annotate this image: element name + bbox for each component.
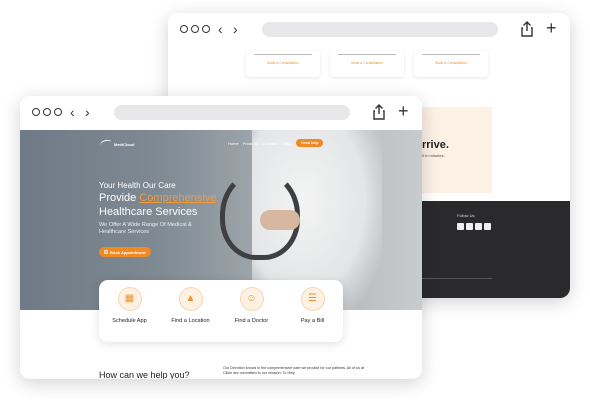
back-arrow-icon[interactable]: ‹	[218, 21, 223, 37]
nav-contacts[interactable]: Contacts	[262, 141, 278, 146]
service-find-location[interactable]: ▲ Find a Location	[162, 287, 220, 324]
window-controls[interactable]	[180, 25, 210, 33]
service-label: Pay a Bill	[300, 318, 325, 324]
new-tab-icon[interactable]: +	[398, 101, 409, 121]
nav-home[interactable]: Home	[228, 141, 239, 146]
service-label: Schedule App	[112, 318, 147, 324]
book-appointment-label: Book Appointment	[110, 249, 146, 255]
hero-tagline: Your Health Our Care	[99, 181, 176, 190]
window-dot[interactable]	[180, 25, 188, 33]
consult-card: Book a Consultation	[414, 51, 488, 77]
hero-heading-line1: Provide Comprehensive	[99, 192, 216, 204]
new-tab-icon[interactable]: +	[546, 18, 557, 38]
bill-icon: ☰	[300, 287, 325, 311]
browser-toolbar: ‹ › +	[168, 13, 570, 47]
consult-link[interactable]: Book a Consultation	[330, 61, 404, 65]
address-bar[interactable]	[262, 22, 498, 37]
address-bar[interactable]	[114, 105, 350, 120]
nav-faqs[interactable]: FAQs	[282, 141, 292, 146]
consult-card: Book a Consultation	[330, 51, 404, 77]
front-browser-window: ‹ › + MediCloud Home Products Contacts F…	[20, 96, 422, 379]
share-icon[interactable]	[520, 21, 534, 37]
top-navigation: Home Products Contacts FAQs Need help	[228, 139, 324, 147]
map-icon: ▲	[178, 287, 203, 311]
banner-subtext: 0 in minutes.	[422, 153, 445, 158]
follow-us-label: Follow Us	[457, 213, 475, 218]
youtube-icon[interactable]	[484, 223, 491, 230]
help-heading: How can we help you?	[99, 370, 190, 379]
window-dot[interactable]	[54, 108, 62, 116]
hero-heading-line2: Healthcare Services	[99, 206, 198, 218]
doctor-icon: ☺	[239, 287, 264, 311]
nav-products[interactable]: Products	[243, 141, 259, 146]
window-dot[interactable]	[43, 108, 51, 116]
share-icon[interactable]	[372, 104, 386, 120]
logo-text: MediCloud	[114, 141, 135, 147]
hero-subtitle: We Offer A Wide Range Of Medical & Healt…	[99, 222, 192, 235]
hero-heading-accent: Comprehensive	[139, 192, 217, 204]
hand-image	[260, 210, 300, 230]
window-dot[interactable]	[202, 25, 210, 33]
book-appointment-button[interactable]: Book Appointment	[99, 247, 151, 257]
forward-arrow-icon[interactable]: ›	[85, 104, 90, 120]
consult-link[interactable]: Book a Consultation	[246, 61, 320, 65]
clock-icon	[104, 250, 108, 254]
back-arrow-icon[interactable]: ‹	[70, 104, 75, 120]
window-controls[interactable]	[32, 108, 62, 116]
consult-link[interactable]: Book a Consultation	[414, 61, 488, 65]
forward-arrow-icon[interactable]: ›	[233, 21, 238, 37]
service-schedule-app[interactable]: ▦ Schedule App	[101, 287, 159, 324]
window-dot[interactable]	[32, 108, 40, 116]
social-links	[457, 223, 491, 230]
service-find-doctor[interactable]: ☺ Find a Doctor	[223, 287, 281, 324]
browser-toolbar: ‹ › +	[20, 96, 422, 130]
help-paragraph: Our Devotion shows in the comprehensive …	[223, 366, 365, 375]
facebook-icon[interactable]	[457, 223, 464, 230]
need-help-button[interactable]: Need help	[296, 139, 324, 147]
service-pay-bill[interactable]: ☰ Pay a Bill	[284, 287, 342, 324]
window-dot[interactable]	[191, 25, 199, 33]
service-label: Find a Location	[171, 318, 210, 324]
site-logo[interactable]: MediCloud	[99, 138, 135, 150]
service-label: Find a Doctor	[234, 318, 269, 324]
hero-heading-prefix: Provide	[99, 192, 140, 204]
banner-heading: rrive.	[422, 139, 449, 151]
twitter-icon[interactable]	[466, 223, 473, 230]
services-card: ▦ Schedule App ▲ Find a Location ☺ Find …	[99, 280, 343, 342]
logo-icon	[99, 138, 113, 150]
consult-card: Book a Consultation	[246, 51, 320, 77]
calendar-icon: ▦	[117, 287, 142, 311]
consult-cards: Book a Consultation Book a Consultation …	[246, 51, 488, 77]
instagram-icon[interactable]	[475, 223, 482, 230]
